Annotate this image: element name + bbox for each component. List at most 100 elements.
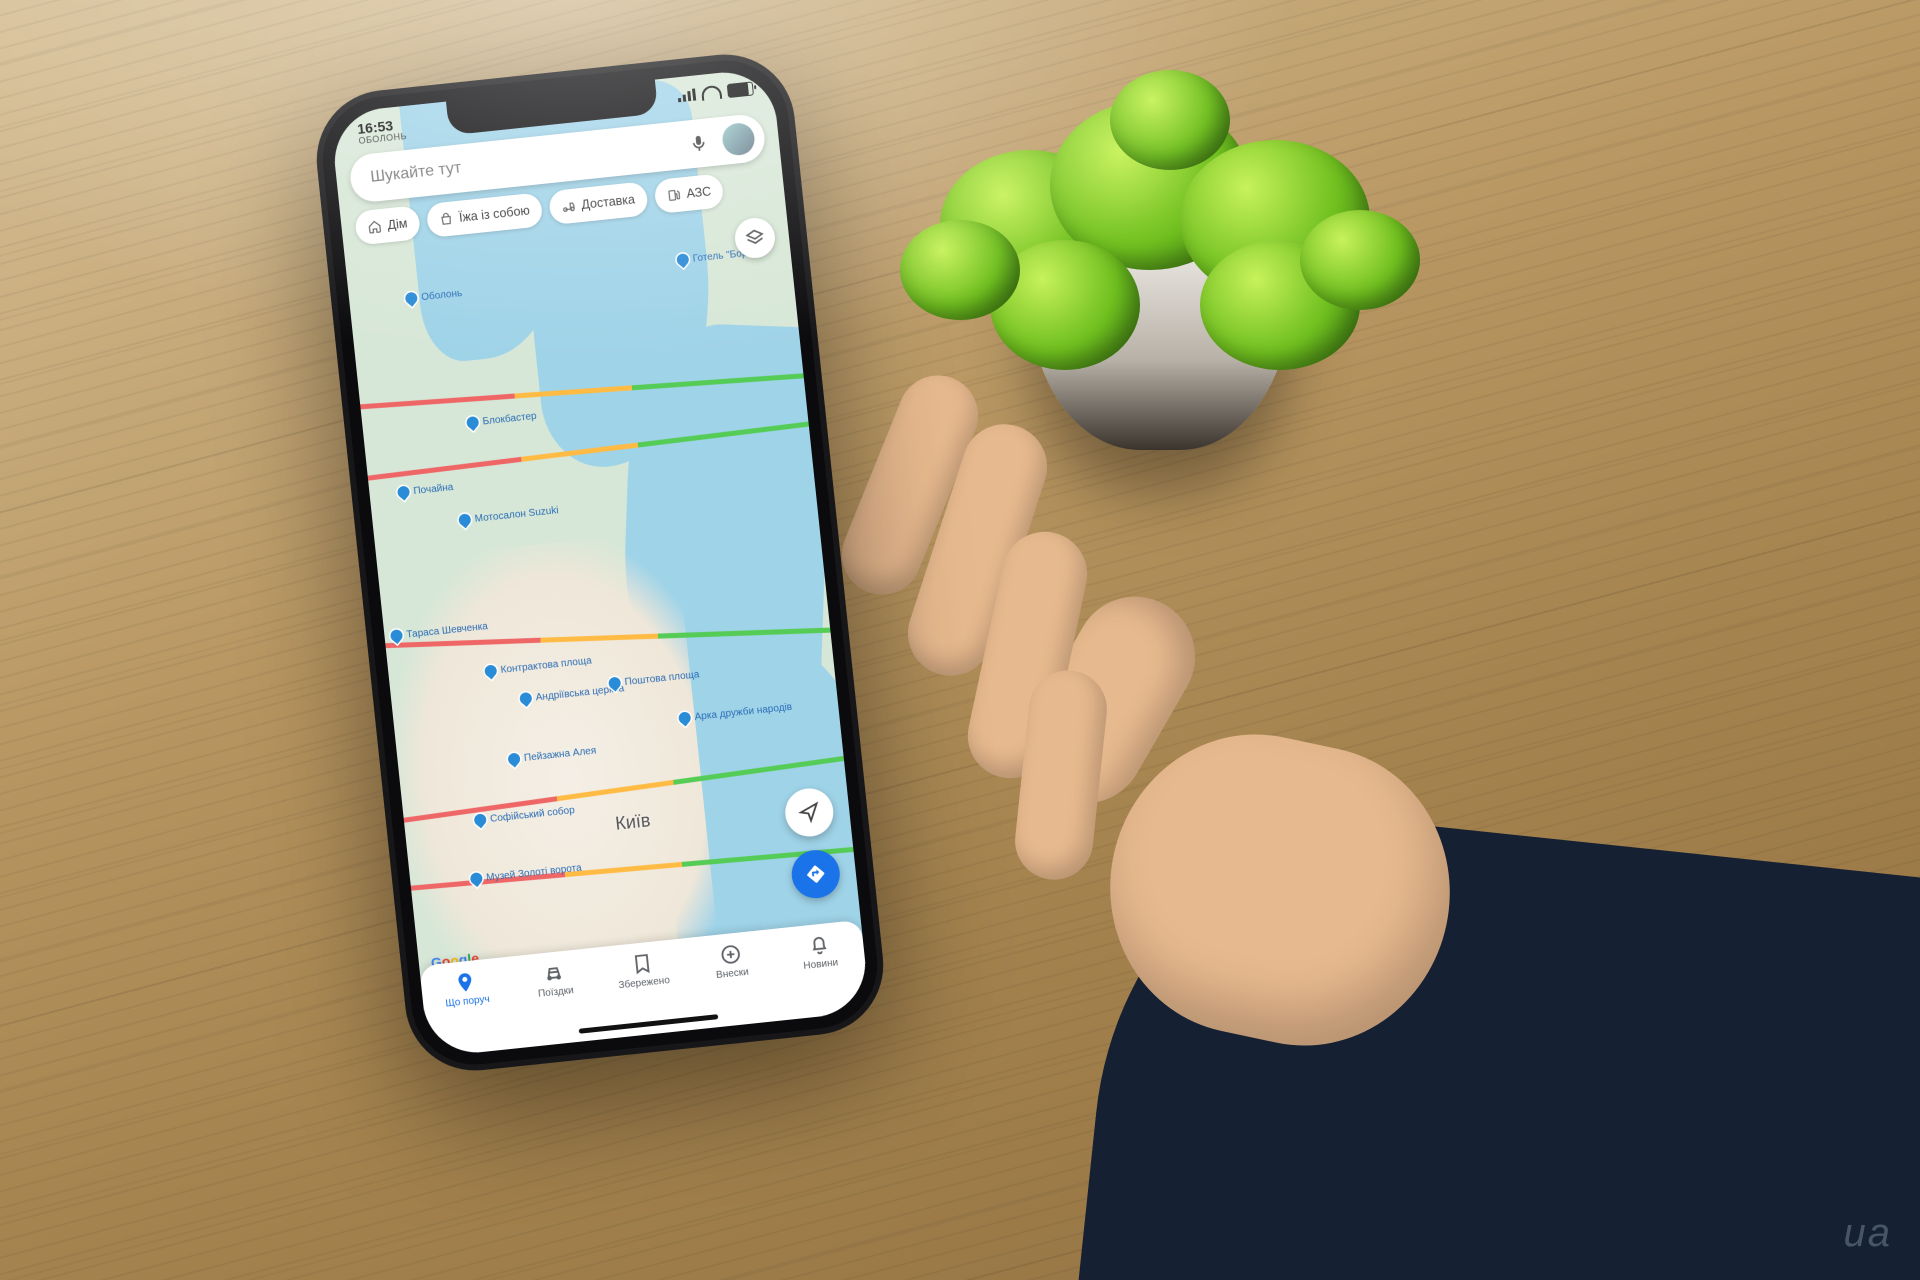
nav-label: Поїздки: [538, 985, 575, 1000]
nav-label: Новини: [803, 957, 839, 972]
home-indicator: [579, 1014, 719, 1034]
city-block-fill: [377, 530, 720, 989]
phone-screen: 16:53 ОБОЛОНЬ: [330, 67, 871, 1057]
hand-finger: [1011, 666, 1111, 883]
poi-pin-icon: [517, 690, 534, 707]
poi-pin-icon: [472, 811, 489, 828]
map-poi[interactable]: Музей Золоті ворота: [470, 862, 582, 886]
poi-label: Оболонь: [421, 287, 463, 302]
nav-pin[interactable]: Що поруч: [420, 967, 512, 1012]
bell-icon: [807, 933, 831, 957]
poi-pin-icon: [456, 511, 473, 528]
map-poi[interactable]: Поштова площа: [608, 668, 700, 689]
poi-pin-icon: [676, 710, 693, 727]
nav-car[interactable]: Поїздки: [509, 957, 601, 1002]
map-poi[interactable]: Арка дружби народів: [678, 701, 792, 725]
poi-label: Арка дружби народів: [694, 701, 792, 722]
delivery-icon: [561, 199, 576, 214]
chip-label: Доставка: [581, 192, 636, 212]
search-bar[interactable]: [348, 113, 767, 204]
hand-finger: [830, 363, 990, 606]
status-time: 16:53: [357, 117, 394, 137]
map-poi[interactable]: Блокбастер: [466, 410, 537, 429]
poi-pin-icon: [388, 627, 405, 644]
map-canvas[interactable]: Оболонь Блокбастер Почайна Мотосалон Suzuki…: [330, 67, 871, 1057]
cellular-icon: [677, 88, 696, 102]
directions-button[interactable]: [789, 848, 842, 901]
watermark: ua: [1844, 1211, 1893, 1256]
photo-scene: 16:53 ОБОЛОНЬ: [0, 0, 1920, 1280]
wifi-icon: [701, 85, 722, 101]
chip-delivery[interactable]: Доставка: [548, 181, 649, 225]
river-shape: [399, 91, 575, 365]
poi-pin-icon: [464, 414, 481, 431]
plant-pot: [1030, 250, 1290, 450]
poi-label: Контрактова площа: [500, 655, 592, 675]
status-location: ОБОЛОНЬ: [358, 131, 407, 146]
poi-pin-icon: [468, 870, 485, 887]
bookmark-icon: [630, 952, 654, 976]
chip-label: Дім: [387, 216, 408, 232]
microphone-icon[interactable]: [688, 132, 710, 154]
phone-frame: [310, 48, 890, 1078]
poi-label: Блокбастер: [482, 410, 537, 427]
poi-label: Андріївська церква: [535, 683, 624, 703]
poi-pin-icon: [403, 290, 420, 307]
chip-gas[interactable]: АЗС: [653, 173, 725, 214]
hand-palm: [1083, 708, 1478, 1072]
chip-label: Їжа із собою: [458, 203, 530, 224]
poi-pin-icon: [674, 251, 691, 268]
map-poi[interactable]: Андріївська церква: [519, 682, 624, 705]
nav-label: Внески: [716, 967, 750, 981]
search-input[interactable]: [368, 134, 690, 188]
car-icon: [542, 961, 566, 985]
my-location-button[interactable]: [783, 786, 836, 839]
map-poi[interactable]: Софійський собор: [474, 804, 576, 826]
pin-icon: [453, 970, 477, 994]
map-poi[interactable]: Оболонь: [405, 287, 463, 305]
river-shape: [619, 321, 834, 748]
map-poi[interactable]: Контрактова площа: [484, 654, 592, 677]
map-poi[interactable]: Мотосалон Suzuki: [458, 504, 559, 526]
moss-plant: [900, 70, 1420, 370]
map-poi[interactable]: Тараса Шевченка: [390, 620, 488, 642]
road: [689, 377, 694, 378]
chip-home[interactable]: Дім: [354, 205, 421, 245]
road: [350, 372, 819, 410]
nav-label: Збережено: [618, 975, 670, 991]
map-poi[interactable]: Пейзажна Алея: [507, 744, 596, 765]
takeout-icon: [438, 212, 453, 227]
status-bar: 16:53 ОБОЛОНЬ: [330, 75, 774, 149]
layers-button[interactable]: [733, 216, 777, 260]
road: [376, 627, 846, 648]
phone: 16:53 ОБОЛОНЬ: [310, 48, 890, 1078]
bottom-nav: Що поруч Поїздки Збережено Внески Новини: [419, 920, 870, 1058]
nav-bookmark[interactable]: Збережено: [597, 948, 689, 993]
poi-label: Музей Золоті ворота: [486, 862, 582, 883]
road: [556, 351, 561, 352]
poi-label: Почайна: [413, 481, 454, 496]
poi-label: Пейзажна Алея: [523, 745, 596, 764]
map-poi[interactable]: Готель "Борис": [676, 245, 762, 266]
hand-finger: [960, 524, 1095, 786]
city-label: Київ: [614, 810, 651, 835]
river-shape: [509, 76, 728, 473]
gas-icon: [666, 188, 681, 203]
google-logo: Google: [430, 950, 480, 971]
profile-avatar[interactable]: [721, 122, 756, 157]
road: [408, 286, 413, 287]
hand-thumb: [1003, 575, 1217, 826]
poi-pin-icon: [482, 663, 499, 680]
poi-label: Тараса Шевченка: [406, 621, 488, 640]
poi-pin-icon: [395, 484, 412, 501]
plus-icon: [718, 942, 742, 966]
poi-pin-icon: [606, 675, 623, 692]
map-poi[interactable]: Почайна: [397, 481, 454, 499]
nav-plus[interactable]: Внески: [685, 939, 777, 984]
poi-pin-icon: [506, 751, 523, 768]
chip-takeout[interactable]: Їжа із собою: [425, 192, 543, 238]
home-icon: [367, 219, 382, 234]
sleeve: [1075, 794, 1920, 1280]
nav-bell[interactable]: Новини: [773, 930, 865, 975]
poi-label: Готель "Борис": [692, 246, 762, 264]
